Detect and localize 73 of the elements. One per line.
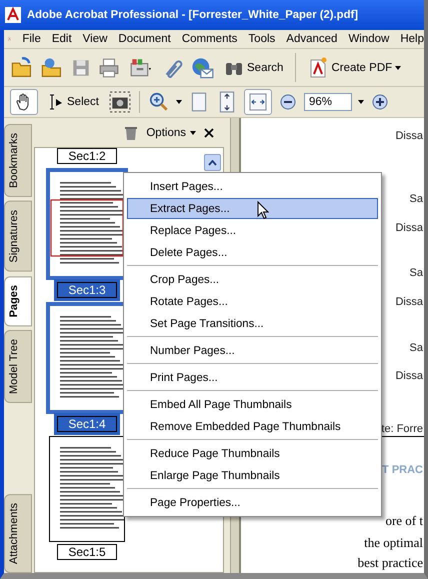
page-thumbnail[interactable] — [50, 172, 124, 276]
document-text: Sa — [410, 266, 424, 280]
search-button[interactable]: Search — [220, 54, 288, 80]
menu-item[interactable]: Edit — [52, 33, 72, 45]
menu-item[interactable]: File — [22, 33, 41, 45]
document-text: ore of t — [385, 514, 424, 528]
zoom-field[interactable]: 96% — [304, 93, 352, 111]
options-menu[interactable]: Options — [146, 126, 196, 138]
menu-item[interactable]: Help — [400, 33, 424, 45]
document-text: Dissa — [395, 221, 424, 235]
create-pdf-button[interactable]: Create PDF — [304, 54, 406, 82]
side-tab[interactable]: Pages — [4, 276, 32, 326]
zoom-out-icon[interactable] — [278, 92, 298, 112]
menu-item[interactable]: Set Page Transitions... — [127, 313, 378, 334]
pdf-document-icon — [308, 56, 328, 78]
menu-item[interactable]: Number Pages... — [127, 340, 378, 361]
menu-item[interactable]: Replace Pages... — [127, 220, 378, 241]
document-text: best practice — [358, 556, 424, 570]
menu-item[interactable]: Crop Pages... — [127, 269, 378, 290]
trash-icon[interactable] — [124, 124, 138, 140]
page-label[interactable]: Sec1:4 — [57, 416, 117, 432]
menu-item[interactable]: Reduce Page Thumbnails — [127, 443, 378, 464]
scroll-up-button[interactable] — [204, 154, 221, 171]
camera-icon[interactable] — [108, 91, 131, 113]
menu-item[interactable]: Delete Pages... — [127, 242, 378, 263]
print-icon[interactable] — [98, 56, 120, 78]
caret-icon — [190, 130, 196, 134]
menu-item[interactable]: Document — [118, 33, 171, 45]
select-tool-button[interactable]: Select — [44, 90, 103, 114]
caret-icon — [395, 66, 402, 70]
fit-width-icon — [248, 92, 268, 112]
document-text: Sa — [410, 341, 424, 355]
dropdown-arrow-icon[interactable] — [176, 100, 182, 104]
close-icon[interactable] — [204, 128, 214, 138]
document-text: the optimal — [364, 536, 424, 550]
menu-item[interactable]: Rotate Pages... — [127, 291, 378, 312]
hand-tool-button[interactable] — [10, 89, 38, 115]
chevron-up-icon — [208, 160, 217, 166]
side-tab[interactable]: Signatures — [4, 201, 32, 272]
text-cursor-icon — [48, 93, 64, 111]
globe-mail-icon[interactable] — [190, 56, 214, 80]
folder-globe-icon[interactable] — [40, 56, 64, 80]
side-tab[interactable]: Bookmarks — [4, 124, 32, 198]
side-tab[interactable]: Model Tree — [4, 330, 32, 404]
menu-item[interactable]: Tools — [248, 33, 276, 45]
menu-item[interactable]: Window — [348, 33, 390, 45]
menu-item[interactable]: Embed All Page Thumbnails — [127, 394, 378, 415]
menu-item[interactable]: Enlarge Page Thumbnails — [127, 465, 378, 486]
menu-item[interactable]: View — [82, 33, 108, 45]
menu-item[interactable]: Extract Pages... — [127, 198, 378, 219]
page-label[interactable]: Sec1:5 — [57, 544, 117, 560]
page-label[interactable]: Sec1:3 — [57, 282, 117, 298]
document-text: Dissa — [395, 129, 424, 143]
dropdown-arrow-icon[interactable] — [358, 100, 364, 104]
menu-item[interactable]: Page Properties... — [127, 492, 378, 513]
menu-item[interactable]: Advanced — [286, 33, 338, 45]
fit-width-button[interactable] — [244, 89, 272, 115]
menu-item[interactable]: Comments — [182, 33, 238, 45]
document-text: Dissa — [395, 369, 424, 383]
document-text: Sa — [410, 192, 424, 206]
open-folder-icon[interactable] — [10, 56, 34, 80]
menu-item[interactable]: Print Pages... — [127, 367, 378, 388]
page-thumbnail[interactable] — [50, 306, 124, 410]
document-text: T PRAC — [382, 463, 424, 477]
document-text: Dissa — [395, 295, 424, 309]
app-logo-icon — [4, 6, 22, 24]
page-label[interactable]: Sec1:2 — [57, 148, 117, 164]
side-tab[interactable]: Attachments — [4, 494, 32, 573]
mouse-cursor-icon — [257, 201, 269, 220]
zoom-plus-icon[interactable] — [370, 92, 390, 112]
zoom-in-icon[interactable] — [148, 91, 170, 113]
menu-item[interactable]: Insert Pages... — [127, 176, 378, 197]
window-title: Adobe Acrobat Professional - [Forrester_White_Paper (2).pdf] — [27, 9, 358, 21]
